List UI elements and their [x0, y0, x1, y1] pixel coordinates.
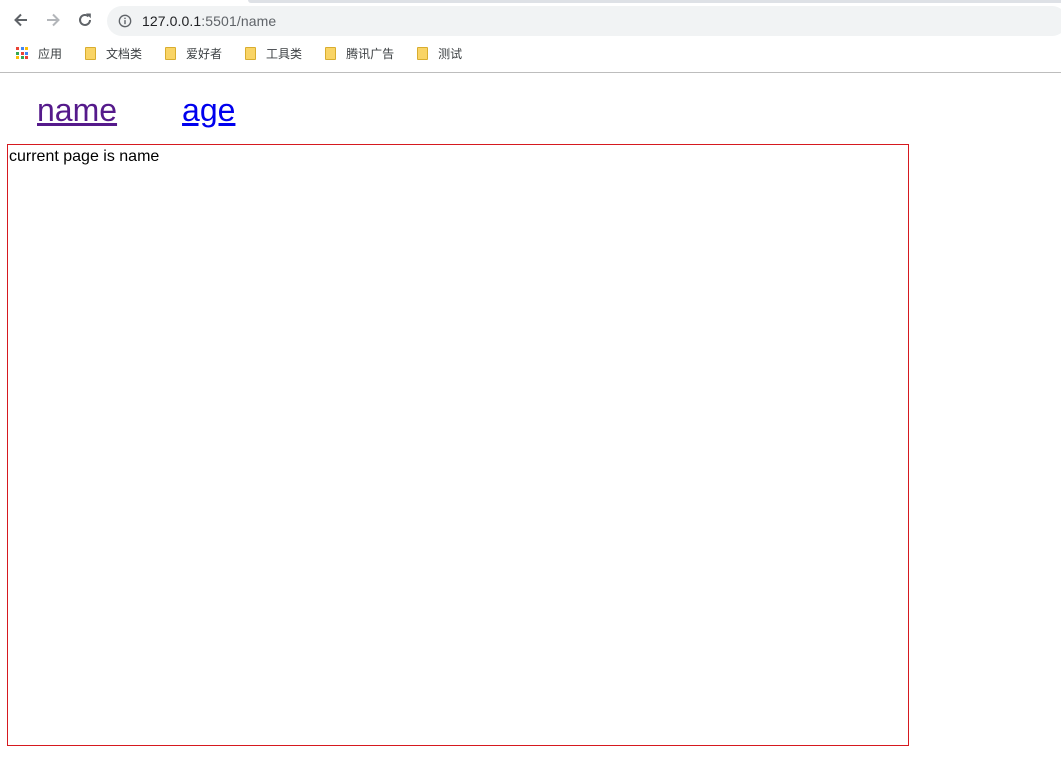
bookmark-label: 应用 [38, 46, 63, 61]
reload-icon [79, 13, 91, 26]
apps-grid-icon [14, 45, 30, 61]
bookmark-label: 爱好者 [186, 46, 223, 61]
back-button[interactable] [8, 7, 34, 33]
tab-strip [248, 0, 1061, 3]
bookmarks-bar: 应用 文档类 爱好者 工具类 腾讯广告 测试 [0, 40, 1061, 66]
name-link[interactable]: name [37, 88, 117, 132]
current-page-text: current page is name [9, 148, 160, 165]
bookmark-folder-test[interactable]: 测试 [408, 41, 468, 65]
folder-icon [82, 45, 98, 61]
bookmark-label: 腾讯广告 [346, 46, 395, 61]
bookmark-label: 工具类 [266, 46, 303, 61]
bookmark-folder-tools[interactable]: 工具类 [236, 41, 308, 65]
folder-icon [242, 45, 258, 61]
browser-chrome: 127.0.0.1:5501/name 应用 文档类 爱好者 工具类 腾讯广告 … [0, 0, 1061, 73]
arrow-right-icon [47, 13, 60, 27]
address-bar[interactable]: 127.0.0.1:5501/name [107, 6, 1061, 36]
arrow-left-icon [14, 13, 27, 27]
url-text: 127.0.0.1:5501/name [142, 13, 276, 29]
bookmark-label: 测试 [438, 46, 463, 61]
bookmark-label: 文档类 [106, 46, 143, 61]
info-icon[interactable] [117, 13, 133, 29]
folder-icon [414, 45, 430, 61]
page-nav: name age [37, 88, 235, 132]
url-path: :5501/name [201, 13, 277, 29]
folder-icon [162, 45, 178, 61]
bookmark-apps[interactable]: 应用 [8, 41, 68, 65]
url-host: 127.0.0.1 [142, 13, 202, 29]
reload-button[interactable] [72, 7, 98, 33]
bookmark-folder-hobbyists[interactable]: 爱好者 [156, 41, 228, 65]
browser-toolbar: 127.0.0.1:5501/name [0, 4, 1061, 38]
forward-button[interactable] [40, 7, 66, 33]
age-link[interactable]: age [182, 88, 235, 132]
folder-icon [322, 45, 338, 61]
content-panel: current page is name [7, 144, 909, 746]
bookmark-folder-tencent-ads[interactable]: 腾讯广告 [316, 41, 400, 65]
bookmark-folder-docs[interactable]: 文档类 [76, 41, 148, 65]
